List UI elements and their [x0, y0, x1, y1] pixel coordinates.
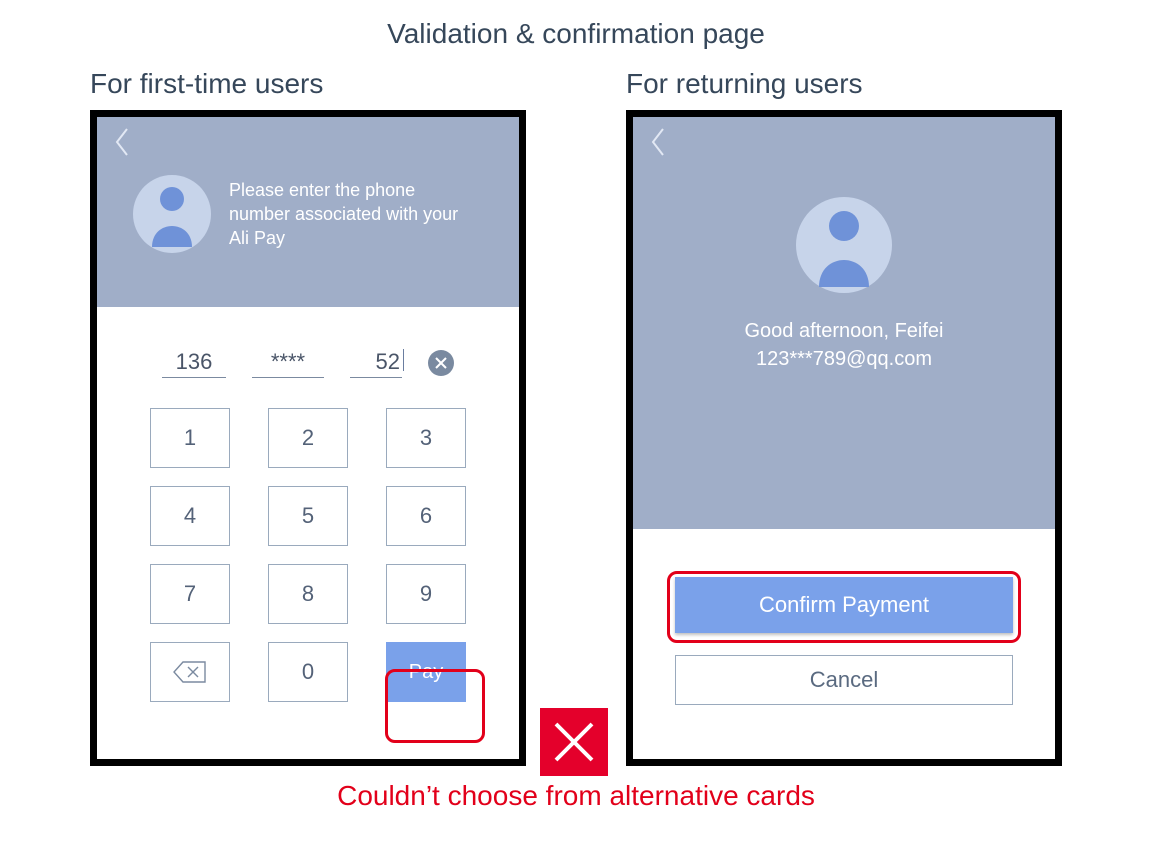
left-phone-mock: Please enter the phone number associated… — [90, 110, 526, 766]
avatar-icon — [133, 175, 211, 253]
key-5[interactable]: 5 — [268, 486, 348, 546]
right-phone-mock: Good afternoon, Feifei 123***789@qq.com … — [626, 110, 1062, 766]
back-icon[interactable] — [113, 127, 503, 157]
key-4[interactable]: 4 — [150, 486, 230, 546]
right-header: Good afternoon, Feifei 123***789@qq.com — [633, 117, 1055, 529]
header-instruction: Please enter the phone number associated… — [229, 178, 459, 251]
confirm-payment-button[interactable]: Confirm Payment — [675, 577, 1013, 633]
right-column-title: For returning users — [626, 68, 1062, 100]
page-title: Validation & confirmation page — [0, 0, 1152, 68]
clear-icon[interactable] — [428, 350, 454, 376]
key-8[interactable]: 8 — [268, 564, 348, 624]
keypad: 1 2 3 4 5 6 7 8 9 0 Pay — [97, 408, 519, 702]
key-0[interactable]: 0 — [268, 642, 348, 702]
key-6[interactable]: 6 — [386, 486, 466, 546]
footer-caption: Couldn’t choose from alternative cards — [0, 780, 1152, 812]
phone-input[interactable]: 136 **** 52 — [97, 347, 519, 378]
key-2[interactable]: 2 — [268, 408, 348, 468]
cancel-button[interactable]: Cancel — [675, 655, 1013, 705]
greeting-text: Good afternoon, Feifei — [633, 317, 1055, 345]
user-email: 123***789@qq.com — [633, 345, 1055, 373]
backspace-icon — [173, 661, 207, 683]
key-pay-button[interactable]: Pay — [386, 642, 466, 702]
key-backspace[interactable] — [150, 642, 230, 702]
phone-seg-2[interactable]: **** — [252, 347, 324, 378]
left-header: Please enter the phone number associated… — [97, 117, 519, 307]
left-column-title: For first-time users — [90, 68, 526, 100]
phone-seg-1[interactable]: 136 — [162, 347, 226, 378]
key-9[interactable]: 9 — [386, 564, 466, 624]
error-x-icon — [540, 708, 608, 776]
key-3[interactable]: 3 — [386, 408, 466, 468]
key-1[interactable]: 1 — [150, 408, 230, 468]
phone-seg-3[interactable]: 52 — [350, 347, 402, 378]
avatar-icon — [796, 197, 892, 293]
key-7[interactable]: 7 — [150, 564, 230, 624]
